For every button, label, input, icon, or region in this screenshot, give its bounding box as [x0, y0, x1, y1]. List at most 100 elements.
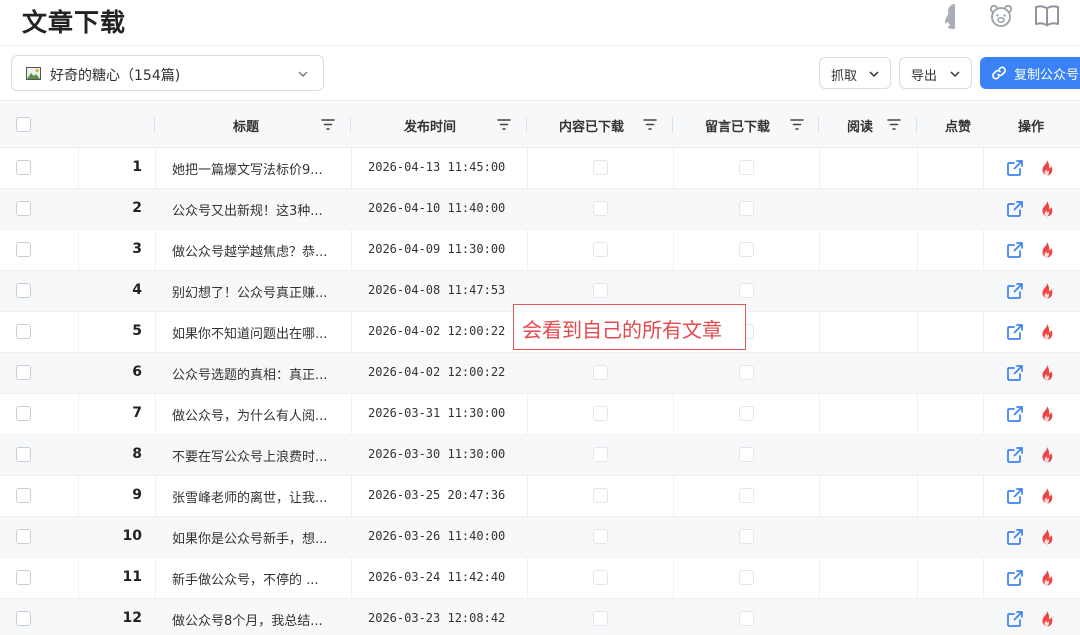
comments-downloaded-checkbox[interactable]: [739, 242, 754, 257]
copy-account-button[interactable]: 复制公众号: [980, 57, 1080, 89]
article-title[interactable]: 不要在写公众号上浪费时...: [172, 446, 340, 465]
external-link-icon[interactable]: [1006, 241, 1024, 259]
external-link-icon[interactable]: [1006, 364, 1024, 382]
fire-icon[interactable]: [1038, 241, 1056, 259]
fetch-button[interactable]: 抓取: [819, 57, 891, 89]
content-downloaded-checkbox[interactable]: [593, 570, 608, 585]
external-link-icon[interactable]: [1006, 159, 1024, 177]
select-all-checkbox[interactable]: [16, 117, 31, 132]
table-row[interactable]: 6 公众号选题的真相：真正... 2026-04-02 12:00:22: [0, 353, 1080, 394]
fire-icon[interactable]: [1038, 159, 1056, 177]
table-row[interactable]: 1 她把一篇爆文写法标价9... 2026-04-13 11:45:00: [0, 148, 1080, 189]
external-link-icon[interactable]: [1006, 487, 1024, 505]
fire-icon[interactable]: [1038, 569, 1056, 587]
fire-icon[interactable]: [1038, 528, 1056, 546]
comments-downloaded-checkbox[interactable]: [739, 488, 754, 503]
table-row[interactable]: 2 公众号又出新规！这3种... 2026-04-10 11:40:00: [0, 189, 1080, 230]
table-row[interactable]: 8 不要在写公众号上浪费时... 2026-03-30 11:30:00: [0, 435, 1080, 476]
external-link-icon[interactable]: [1006, 405, 1024, 423]
table-row[interactable]: 11 新手做公众号，不停的 ... 2026-03-24 11:42:40: [0, 558, 1080, 599]
article-title[interactable]: 做公众号，为什么有人阅...: [172, 405, 340, 424]
table-row[interactable]: 12 做公众号8个月，我总结... 2026-03-23 12:08:42: [0, 599, 1080, 635]
table-row[interactable]: 3 做公众号越学越焦虑？恭... 2026-04-09 11:30:00: [0, 230, 1080, 271]
annotation-note: 会看到自己的所有文章: [513, 304, 746, 350]
row-checkbox[interactable]: [16, 365, 31, 380]
row-checkbox[interactable]: [16, 611, 31, 626]
external-link-icon[interactable]: [1006, 446, 1024, 464]
row-checkbox[interactable]: [16, 283, 31, 298]
external-link-icon[interactable]: [1006, 610, 1024, 628]
content-downloaded-checkbox[interactable]: [593, 406, 608, 421]
table-row[interactable]: 10 如果你是公众号新手，想... 2026-03-26 11:40:00: [0, 517, 1080, 558]
filter-icon[interactable]: [790, 118, 804, 131]
fire-icon[interactable]: [1038, 487, 1056, 505]
article-title[interactable]: 做公众号越学越焦虑？恭...: [172, 241, 340, 260]
fire-icon[interactable]: [1038, 200, 1056, 218]
comments-downloaded-checkbox[interactable]: [739, 406, 754, 421]
article-title[interactable]: 张雪峰老师的离世，让我...: [172, 487, 340, 506]
export-button[interactable]: 导出: [899, 57, 972, 89]
article-title[interactable]: 她把一篇爆文写法标价9...: [172, 159, 340, 178]
external-link-icon[interactable]: [1006, 528, 1024, 546]
row-checkbox[interactable]: [16, 201, 31, 216]
row-checkbox[interactable]: [16, 488, 31, 503]
content-downloaded-checkbox[interactable]: [593, 242, 608, 257]
filter-icon[interactable]: [643, 118, 657, 131]
row-checkbox[interactable]: [16, 406, 31, 421]
table-row[interactable]: 7 做公众号，为什么有人阅... 2026-03-31 11:30:00: [0, 394, 1080, 435]
content-downloaded-checkbox[interactable]: [593, 611, 608, 626]
fire-icon[interactable]: [1038, 282, 1056, 300]
content-downloaded-checkbox[interactable]: [593, 365, 608, 380]
content-downloaded-checkbox[interactable]: [593, 283, 608, 298]
row-checkbox[interactable]: [16, 570, 31, 585]
content-downloaded-checkbox[interactable]: [593, 447, 608, 462]
external-link-icon[interactable]: [1006, 569, 1024, 587]
fire-icon[interactable]: [1038, 446, 1056, 464]
filter-icon[interactable]: [321, 118, 335, 131]
bear-icon[interactable]: [988, 2, 1014, 30]
row-checkbox[interactable]: [16, 324, 31, 339]
content-downloaded-checkbox[interactable]: [593, 201, 608, 216]
fire-icon[interactable]: [1038, 364, 1056, 382]
comments-downloaded-checkbox[interactable]: [739, 570, 754, 585]
comments-downloaded-checkbox[interactable]: [739, 160, 754, 175]
external-link-icon[interactable]: [1006, 200, 1024, 218]
fire-icon[interactable]: [1038, 323, 1056, 341]
row-checkbox[interactable]: [16, 447, 31, 462]
row-checkbox[interactable]: [16, 242, 31, 257]
row-checkbox[interactable]: [16, 529, 31, 544]
content-downloaded-checkbox[interactable]: [593, 488, 608, 503]
table-row[interactable]: 9 张雪峰老师的离世，让我... 2026-03-25 20:47:36: [0, 476, 1080, 517]
comments-downloaded-checkbox[interactable]: [739, 283, 754, 298]
chevron-down-icon: [869, 71, 879, 78]
article-title[interactable]: 别幻想了！公众号真正赚...: [172, 282, 340, 301]
filter-icon[interactable]: [497, 118, 511, 131]
article-title[interactable]: 做公众号8个月，我总结...: [172, 610, 340, 629]
filter-icon[interactable]: [887, 118, 901, 131]
book-icon[interactable]: [1034, 2, 1060, 30]
comments-downloaded-checkbox[interactable]: [739, 201, 754, 216]
row-checkbox[interactable]: [16, 160, 31, 175]
external-link-icon[interactable]: [1006, 282, 1024, 300]
column-comments-downloaded: 留言已下载: [674, 101, 818, 149]
article-title[interactable]: 公众号选题的真相：真正...: [172, 364, 340, 383]
external-link-icon[interactable]: [1006, 323, 1024, 341]
content-downloaded-checkbox[interactable]: [593, 160, 608, 175]
article-title[interactable]: 公众号又出新规！这3种...: [172, 200, 340, 219]
comments-downloaded-checkbox[interactable]: [739, 529, 754, 544]
comments-downloaded-checkbox[interactable]: [739, 611, 754, 626]
column-divider: [526, 117, 527, 133]
qq-penguin-icon[interactable]: [942, 2, 968, 30]
column-content-downloaded: 内容已下载: [528, 101, 672, 149]
content-downloaded-checkbox[interactable]: [593, 529, 608, 544]
fire-icon[interactable]: [1038, 610, 1056, 628]
comments-downloaded-checkbox[interactable]: [739, 447, 754, 462]
article-title[interactable]: 如果你是公众号新手，想...: [172, 528, 340, 547]
publish-time: 2026-03-30 11:30:00: [368, 447, 506, 461]
article-title[interactable]: 新手做公众号，不停的 ...: [172, 569, 340, 588]
article-title[interactable]: 如果你不知道问题出在哪...: [172, 323, 340, 342]
comments-downloaded-checkbox[interactable]: [739, 365, 754, 380]
fire-icon[interactable]: [1038, 405, 1056, 423]
account-select[interactable]: 好奇的糖心（154篇): [11, 55, 324, 91]
column-reads-label: 阅读: [847, 120, 874, 135]
